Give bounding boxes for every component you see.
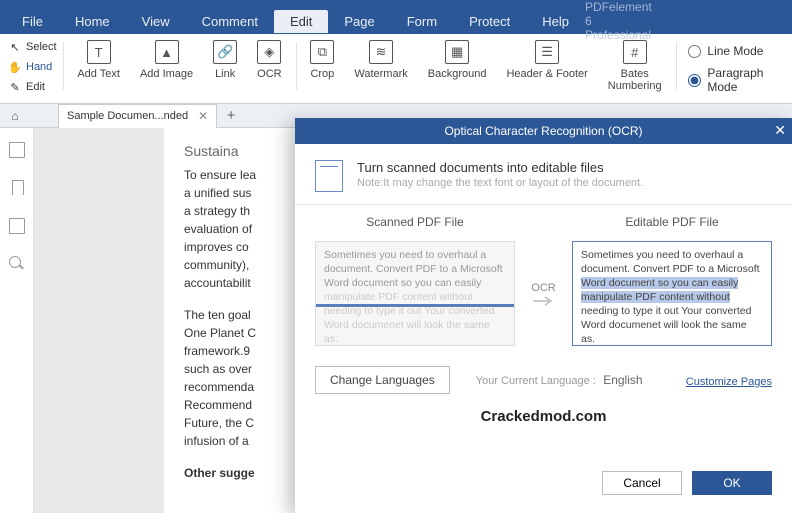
doc-icon bbox=[315, 160, 343, 192]
thumbnail-panel bbox=[34, 128, 164, 513]
titlebar bbox=[0, 0, 792, 8]
menu-page[interactable]: Page bbox=[328, 14, 390, 29]
menu-protect[interactable]: Protect bbox=[453, 14, 526, 29]
line-mode-radio[interactable]: Line Mode bbox=[688, 44, 772, 58]
side-tools: ↖Select ✋Hand ✎Edit bbox=[6, 36, 59, 96]
edit-mode-group: Line Mode Paragraph Mode bbox=[680, 36, 786, 94]
change-languages-button[interactable]: Change Languages bbox=[315, 366, 450, 394]
pencil-icon: ✎ bbox=[8, 80, 22, 94]
dialog-header: Turn scanned documents into editable fil… bbox=[295, 144, 792, 205]
background-button[interactable]: ▦Background bbox=[418, 36, 497, 80]
document-tab[interactable]: Sample Documen...nded ✕ bbox=[58, 104, 217, 128]
editable-preview: Sometimes you need to overhaul a documen… bbox=[572, 241, 772, 346]
ocr-icon: ◈ bbox=[257, 40, 281, 64]
customize-pages-link[interactable]: Customize Pages bbox=[686, 376, 772, 388]
menu-home[interactable]: Home bbox=[59, 14, 126, 29]
add-text-button[interactable]: TAdd Text bbox=[67, 36, 130, 80]
language-hint: Your Current Language : bbox=[476, 375, 596, 387]
menu-form[interactable]: Form bbox=[391, 14, 453, 29]
link-icon: 🔗 bbox=[213, 40, 237, 64]
crop-button[interactable]: ⧉Crop bbox=[300, 36, 344, 80]
menu-help[interactable]: Help bbox=[526, 14, 585, 29]
dialog-close-icon[interactable]: ✕ bbox=[774, 122, 786, 139]
ocr-arrow: OCR bbox=[519, 282, 569, 306]
menu-file[interactable]: File bbox=[6, 14, 59, 29]
hand-icon: ✋ bbox=[8, 60, 22, 74]
hand-tool[interactable]: ✋Hand bbox=[6, 58, 59, 76]
close-tab-icon[interactable]: ✕ bbox=[198, 109, 208, 123]
bookmark-icon[interactable] bbox=[9, 180, 25, 196]
link-button[interactable]: 🔗Link bbox=[203, 36, 247, 80]
watermark-button[interactable]: ≋Watermark bbox=[344, 36, 417, 80]
select-tool[interactable]: ↖Select bbox=[6, 38, 59, 56]
paragraph-mode-radio[interactable]: Paragraph Mode bbox=[688, 66, 772, 94]
menu-edit[interactable]: Edit bbox=[274, 10, 328, 33]
image-icon: ▲ bbox=[155, 40, 179, 64]
panel-icon[interactable] bbox=[9, 218, 25, 234]
watermark-icon: ≋ bbox=[369, 40, 393, 64]
editable-label: Editable PDF File bbox=[572, 215, 772, 229]
tab-label: Sample Documen...nded bbox=[67, 110, 188, 122]
cursor-icon: ↖ bbox=[8, 40, 22, 54]
app-title: PDFelement 6 Professional bbox=[585, 0, 652, 42]
cancel-button[interactable]: Cancel bbox=[602, 471, 682, 495]
background-icon: ▦ bbox=[445, 40, 469, 64]
left-rail bbox=[0, 128, 34, 513]
edit-tool[interactable]: ✎Edit bbox=[6, 78, 59, 96]
add-image-button[interactable]: ▲Add Image bbox=[130, 36, 203, 80]
crop-icon: ⧉ bbox=[310, 40, 334, 64]
text-icon: T bbox=[87, 40, 111, 64]
dialog-title: Optical Character Recognition (OCR) bbox=[444, 124, 642, 138]
scanned-label: Scanned PDF File bbox=[315, 215, 515, 229]
ok-button[interactable]: OK bbox=[692, 471, 772, 495]
watermark-text: Crackedmod.com bbox=[315, 408, 772, 425]
home-icon[interactable]: ⌂ bbox=[0, 109, 30, 123]
dialog-subheading: Note:It may change the text font or layo… bbox=[357, 177, 643, 189]
bates-icon: # bbox=[623, 40, 647, 64]
dialog-heading: Turn scanned documents into editable fil… bbox=[357, 160, 643, 175]
thumbnail-icon[interactable] bbox=[9, 142, 25, 158]
new-tab-button[interactable]: + bbox=[217, 107, 245, 124]
ocr-dialog: Optical Character Recognition (OCR) ✕ Tu… bbox=[295, 118, 792, 513]
header-footer-button[interactable]: ☰Header & Footer bbox=[496, 36, 597, 80]
menu-view[interactable]: View bbox=[126, 14, 186, 29]
search-icon[interactable] bbox=[9, 256, 25, 272]
bates-button[interactable]: #Bates Numbering bbox=[598, 36, 672, 92]
ocr-button[interactable]: ◈OCR bbox=[247, 36, 291, 80]
scanned-preview: Sometimes you need to overhaul a documen… bbox=[315, 241, 515, 346]
arrow-icon bbox=[533, 296, 555, 306]
ribbon: ↖Select ✋Hand ✎Edit TAdd Text ▲Add Image… bbox=[0, 34, 792, 104]
menu-bar: File Home View Comment Edit Page Form Pr… bbox=[0, 8, 792, 34]
header-footer-icon: ☰ bbox=[535, 40, 559, 64]
dialog-title-bar: Optical Character Recognition (OCR) ✕ bbox=[295, 118, 792, 144]
current-language: English bbox=[603, 373, 642, 387]
menu-comment[interactable]: Comment bbox=[186, 14, 274, 29]
